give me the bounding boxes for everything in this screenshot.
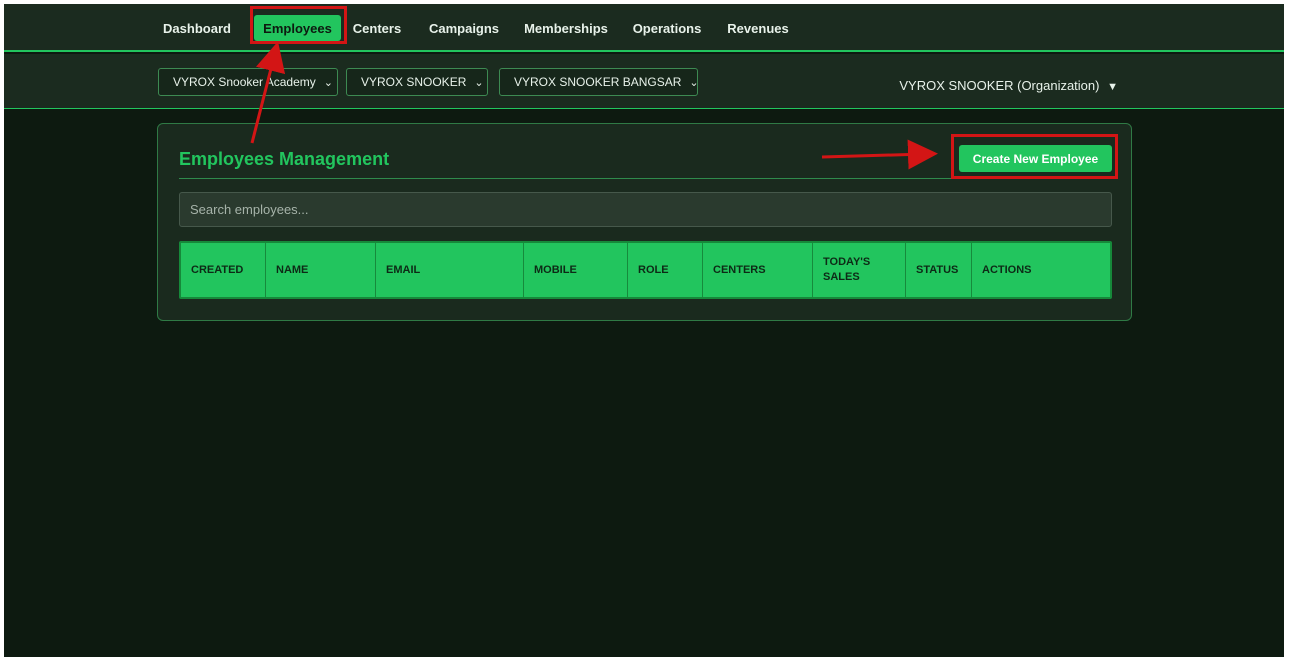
nav-item-campaigns[interactable]: Campaigns bbox=[429, 15, 499, 41]
chevron-down-icon: ⌄ bbox=[323, 76, 333, 89]
organization-select-value: VYROX SNOOKER bbox=[361, 75, 467, 89]
nav-item-employees[interactable]: Employees bbox=[254, 15, 341, 41]
page-title: Employees Management bbox=[179, 149, 390, 169]
column-header-email[interactable]: EMAIL bbox=[376, 243, 524, 297]
center-select-value: VYROX SNOOKER BANGSAR bbox=[514, 75, 682, 89]
column-header-created[interactable]: CREATED bbox=[181, 243, 266, 297]
org-menu-label: VYROX SNOOKER (Organization) bbox=[899, 78, 1100, 93]
caret-down-icon: ▼ bbox=[1107, 81, 1118, 93]
column-header-role[interactable]: ROLE bbox=[628, 243, 703, 297]
academy-select-value: VYROX Snooker Academy bbox=[173, 75, 316, 89]
top-nav: Dashboard Employees Centers Campaigns Me… bbox=[4, 4, 1284, 52]
nav-item-centers[interactable]: Centers bbox=[353, 15, 401, 41]
create-employee-button[interactable]: Create New Employee bbox=[959, 145, 1112, 172]
column-header-todays-sales[interactable]: TODAY'S SALES bbox=[813, 243, 906, 297]
nav-item-operations[interactable]: Operations bbox=[633, 15, 702, 41]
column-header-mobile[interactable]: MOBILE bbox=[524, 243, 628, 297]
org-menu[interactable]: VYROX SNOOKER (Organization) ▼ bbox=[899, 78, 1118, 93]
nav-item-dashboard[interactable]: Dashboard bbox=[161, 15, 233, 41]
column-header-centers[interactable]: CENTERS bbox=[703, 243, 813, 297]
center-select[interactable]: VYROX SNOOKER BANGSAR ⌄ bbox=[499, 68, 699, 96]
chevron-down-icon: ⌄ bbox=[689, 76, 699, 89]
employees-table-header: CREATED NAME EMAIL MOBILE ROLE CENTERS T… bbox=[179, 241, 1112, 299]
app-window: Dashboard Employees Centers Campaigns Me… bbox=[4, 4, 1284, 657]
column-header-actions[interactable]: ACTIONS bbox=[972, 243, 1110, 297]
nav-item-revenues[interactable]: Revenues bbox=[727, 15, 788, 41]
column-header-name[interactable]: NAME bbox=[266, 243, 376, 297]
search-input[interactable]: Search employees... bbox=[179, 192, 1112, 227]
column-header-status[interactable]: STATUS bbox=[906, 243, 972, 297]
academy-select[interactable]: VYROX Snooker Academy ⌄ bbox=[158, 68, 338, 96]
filter-bar: VYROX Snooker Academy ⌄ VYROX SNOOKER ⌄ … bbox=[4, 54, 1284, 109]
employees-panel: Employees Management Create New Employee… bbox=[157, 123, 1132, 321]
organization-select[interactable]: VYROX SNOOKER ⌄ bbox=[346, 68, 488, 96]
chevron-down-icon: ⌄ bbox=[474, 76, 484, 89]
divider bbox=[179, 178, 1112, 179]
nav-item-memberships[interactable]: Memberships bbox=[524, 15, 608, 41]
